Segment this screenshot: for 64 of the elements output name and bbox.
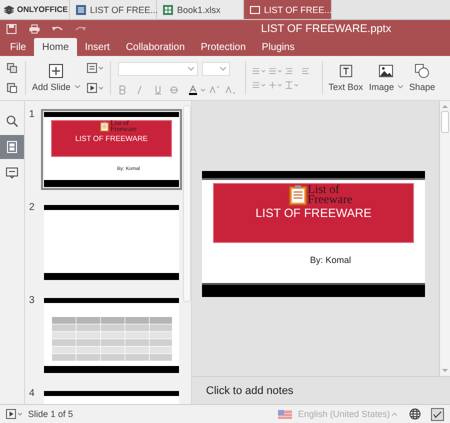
slide-title: LIST OF FREEWARE — [255, 206, 372, 220]
clipboard-icon — [100, 121, 110, 132]
caret-icon — [220, 66, 226, 70]
image-icon — [379, 64, 394, 78]
caret-icon — [188, 66, 194, 70]
menu-tab[interactable]: File — [2, 38, 34, 56]
spreadsheet-icon — [163, 4, 173, 14]
spellcheck-icon[interactable] — [431, 408, 444, 420]
slide-subtitle: By: Komal — [310, 255, 351, 265]
window-title: LIST OF FREEWARE.pptx — [261, 23, 392, 35]
plus-icon — [48, 64, 63, 78]
document-tab[interactable]: ONLYOFFICE — [0, 0, 70, 19]
globe-icon[interactable] — [409, 408, 421, 420]
slide-number: 4 — [29, 388, 35, 399]
slide-thumbnail[interactable] — [41, 295, 182, 376]
menu-tab[interactable]: Insert — [76, 38, 118, 56]
shapes-icon — [415, 64, 430, 78]
document-icon — [76, 4, 86, 14]
menu-tab[interactable]: Collaboration — [118, 38, 193, 56]
notes-field[interactable]: Click to add notes — [192, 376, 450, 404]
slides-tool[interactable] — [0, 135, 24, 159]
logo-text: List of — [308, 184, 340, 194]
slide-number: 3 — [29, 295, 35, 306]
menu-tab[interactable]: Protection — [192, 38, 254, 56]
menu-tab[interactable]: Plugins — [254, 38, 303, 56]
document-tab[interactable]: LIST OF FREE... — [244, 0, 332, 19]
slide-number: 1 — [29, 109, 35, 120]
font-size-field[interactable] — [202, 62, 230, 76]
slides-icon — [6, 141, 18, 153]
print-icon[interactable] — [29, 24, 40, 34]
caret-icon — [392, 412, 397, 416]
play-icon[interactable] — [86, 83, 103, 93]
flag-icon — [278, 410, 292, 418]
menu-tab[interactable]: Home — [34, 38, 77, 56]
slide-counter: Slide 1 of 5 — [28, 409, 74, 419]
logo-text: Freeware — [308, 194, 352, 204]
presentation-icon — [250, 4, 260, 14]
layers-icon — [4, 4, 14, 14]
scrollbar-thumb[interactable] — [441, 111, 449, 133]
add-slide-button[interactable]: Add Slide — [29, 64, 83, 92]
save-icon[interactable] — [6, 24, 17, 34]
tab-label: Book1.xlsx — [177, 4, 222, 14]
layout-icon[interactable] — [86, 63, 103, 73]
paste-icon[interactable] — [6, 83, 18, 93]
text-box-button[interactable]: Text Box — [326, 64, 366, 92]
tab-label: LIST OF FREE... — [90, 4, 158, 14]
search-icon — [6, 115, 18, 127]
scrollbar-thumb[interactable] — [183, 105, 191, 302]
font-name-field[interactable] — [118, 62, 198, 76]
caret-icon — [398, 85, 404, 89]
comment-icon — [6, 167, 18, 179]
slide-number: 2 — [29, 202, 35, 213]
copy-icon[interactable] — [6, 63, 18, 73]
play-icon[interactable] — [6, 409, 22, 419]
text-box-icon — [338, 64, 353, 78]
shape-button[interactable]: Shape — [406, 64, 436, 92]
document-tab[interactable]: Book1.xlsx — [157, 0, 244, 19]
clipboard-icon — [288, 184, 307, 206]
slide-thumbnail[interactable] — [41, 202, 182, 283]
tab-label: ONLYOFFICE — [17, 5, 68, 14]
image-button[interactable]: Image — [366, 64, 406, 92]
document-tab[interactable]: LIST OF FREE... — [70, 0, 157, 19]
caret-icon — [74, 85, 80, 89]
tab-label: LIST OF FREE... — [264, 4, 332, 14]
